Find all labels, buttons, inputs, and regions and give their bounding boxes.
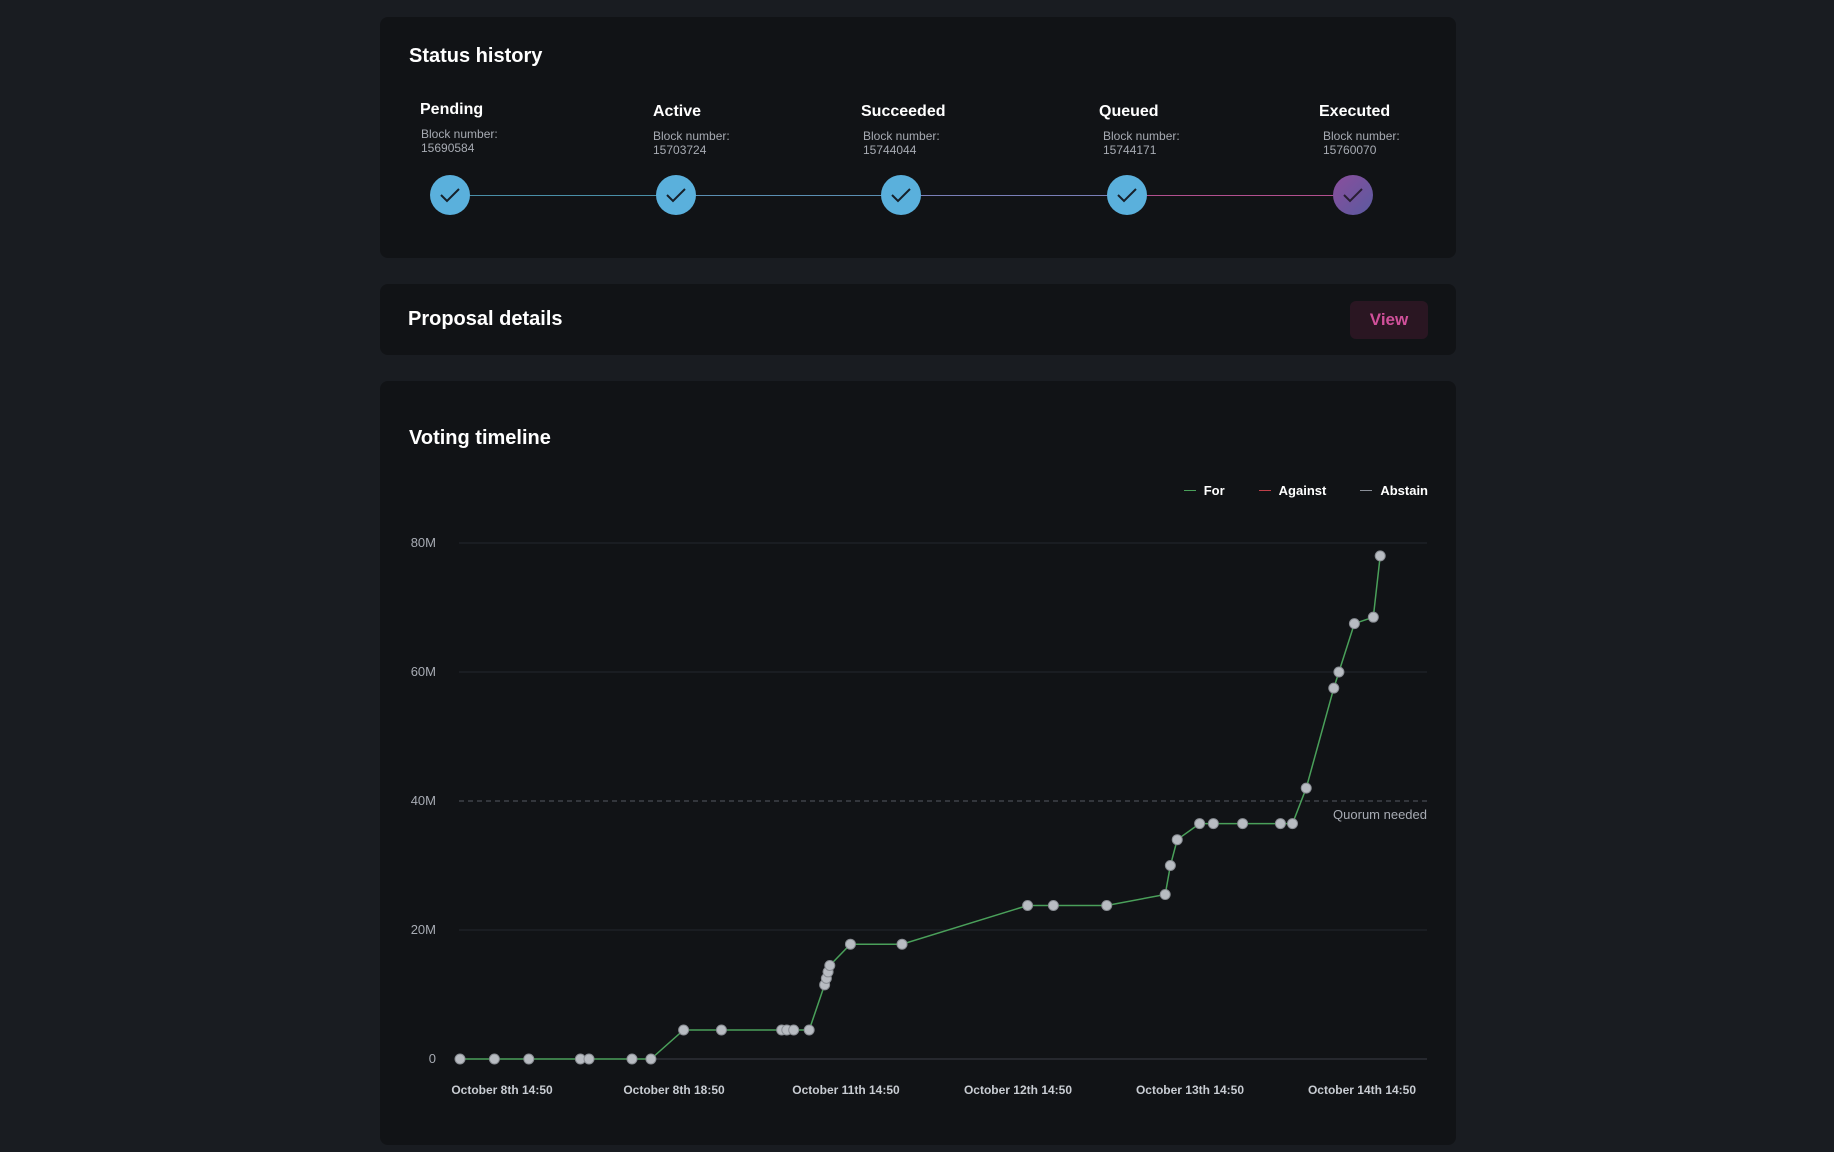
status-step-active: Active Block number: 15703724 <box>653 103 833 157</box>
data-point <box>896 938 908 950</box>
check-icon <box>656 175 696 215</box>
check-icon <box>430 175 470 215</box>
data-point <box>1022 899 1034 911</box>
y-tick-label: 20M <box>411 922 436 937</box>
x-tick-label: October 12th 14:50 <box>964 1083 1072 1097</box>
y-tick-label: 0 <box>429 1051 436 1066</box>
data-point <box>1286 818 1298 830</box>
legend-swatch <box>1360 490 1373 491</box>
data-point <box>824 959 836 971</box>
data-point <box>1274 818 1286 830</box>
step-name: Succeeded <box>861 103 946 120</box>
status-step-succeeded: Succeeded Block number: 15744044 <box>861 103 1041 157</box>
block-number-value: 15690584 <box>421 141 475 155</box>
x-tick-label: October 8th 14:50 <box>451 1083 553 1097</box>
data-point <box>1164 860 1176 871</box>
check-icon <box>1333 175 1373 215</box>
progress-line <box>450 195 676 196</box>
data-point <box>1367 611 1379 623</box>
block-number-value: 15744044 <box>863 143 917 157</box>
data-point <box>1300 782 1312 794</box>
block-number-label: Block number: <box>1103 129 1180 143</box>
proposal-details-title: Proposal details <box>408 308 563 330</box>
data-point <box>583 1053 595 1065</box>
x-tick-label: October 11th 14:50 <box>792 1083 900 1097</box>
x-tick-label: October 8th 18:50 <box>623 1083 725 1097</box>
legend-item-for[interactable]: For <box>1183 483 1225 498</box>
quorum-label: Quorum needed <box>1333 807 1427 822</box>
data-point <box>1348 618 1360 630</box>
data-point <box>523 1053 535 1065</box>
status-history-card: Status history Pending Block number: 156… <box>380 17 1456 258</box>
step-name: Active <box>653 103 702 120</box>
legend-label: Abstain <box>1380 483 1428 498</box>
data-point <box>1207 818 1219 830</box>
data-point <box>488 1053 500 1065</box>
voting-timeline-title: Voting timeline <box>409 427 551 449</box>
status-step-queued: Queued Block number: 15744171 <box>1099 103 1279 157</box>
status-history-title: Status history <box>409 45 543 67</box>
legend-swatch <box>1258 490 1271 491</box>
legend-label: Against <box>1278 483 1327 498</box>
block-number-label: Block number: <box>653 129 730 143</box>
progress-line <box>1127 195 1353 196</box>
y-tick-label: 80M <box>411 535 436 550</box>
chart-legend: For Against Abstain <box>1183 483 1428 498</box>
progress-line <box>901 195 1127 196</box>
data-point <box>626 1053 638 1065</box>
x-tick-label: October 14th 14:50 <box>1308 1083 1416 1097</box>
legend-item-against[interactable]: Against <box>1258 483 1327 498</box>
legend-item-abstain[interactable]: Abstain <box>1360 483 1428 498</box>
data-point <box>1047 899 1059 911</box>
data-point <box>844 938 856 950</box>
step-name: Executed <box>1319 103 1391 120</box>
series-line-for <box>460 555 1381 1060</box>
block-number-label: Block number: <box>863 129 940 143</box>
block-number-label: Block number: <box>421 127 498 141</box>
y-tick-label: 40M <box>411 793 436 808</box>
check-icon <box>1107 175 1147 215</box>
data-point <box>1328 682 1340 694</box>
data-point <box>1194 818 1206 830</box>
data-point <box>803 1024 815 1036</box>
data-point <box>715 1024 727 1036</box>
data-point <box>788 1024 800 1036</box>
step-name: Queued <box>1099 103 1159 120</box>
main-column: Status history Pending Block number: 156… <box>380 0 1456 1152</box>
data-point <box>1333 666 1345 678</box>
data-point <box>678 1024 690 1036</box>
block-number-value: 15744171 <box>1103 143 1157 157</box>
y-tick-label: 60M <box>411 664 436 679</box>
check-icon <box>881 175 921 215</box>
data-point <box>1374 550 1386 562</box>
block-number-value: 15703724 <box>653 143 707 157</box>
x-tick-label: October 13th 14:50 <box>1136 1083 1244 1097</box>
progress-line <box>676 195 901 196</box>
data-point <box>645 1053 657 1065</box>
status-step-pending: Pending Block number: 15690584 <box>420 101 600 155</box>
legend-swatch <box>1183 490 1196 491</box>
block-number-label: Block number: <box>1323 129 1400 143</box>
view-button[interactable]: View <box>1350 301 1428 339</box>
status-step-executed: Executed Block number: 15760070 <box>1319 103 1499 157</box>
data-point <box>1159 889 1171 901</box>
legend-label: For <box>1203 483 1225 498</box>
voting-timeline-card: 0 20M 40M 60M 80M October 8th 14:50 October 8… <box>380 381 1456 1145</box>
block-number-value: 15760070 <box>1323 143 1377 157</box>
step-name: Pending <box>420 101 484 118</box>
data-point <box>1171 834 1183 846</box>
proposal-details-card: Proposal details View <box>380 284 1456 355</box>
data-point <box>454 1053 466 1065</box>
data-point <box>1237 818 1249 830</box>
data-point <box>1101 899 1113 911</box>
